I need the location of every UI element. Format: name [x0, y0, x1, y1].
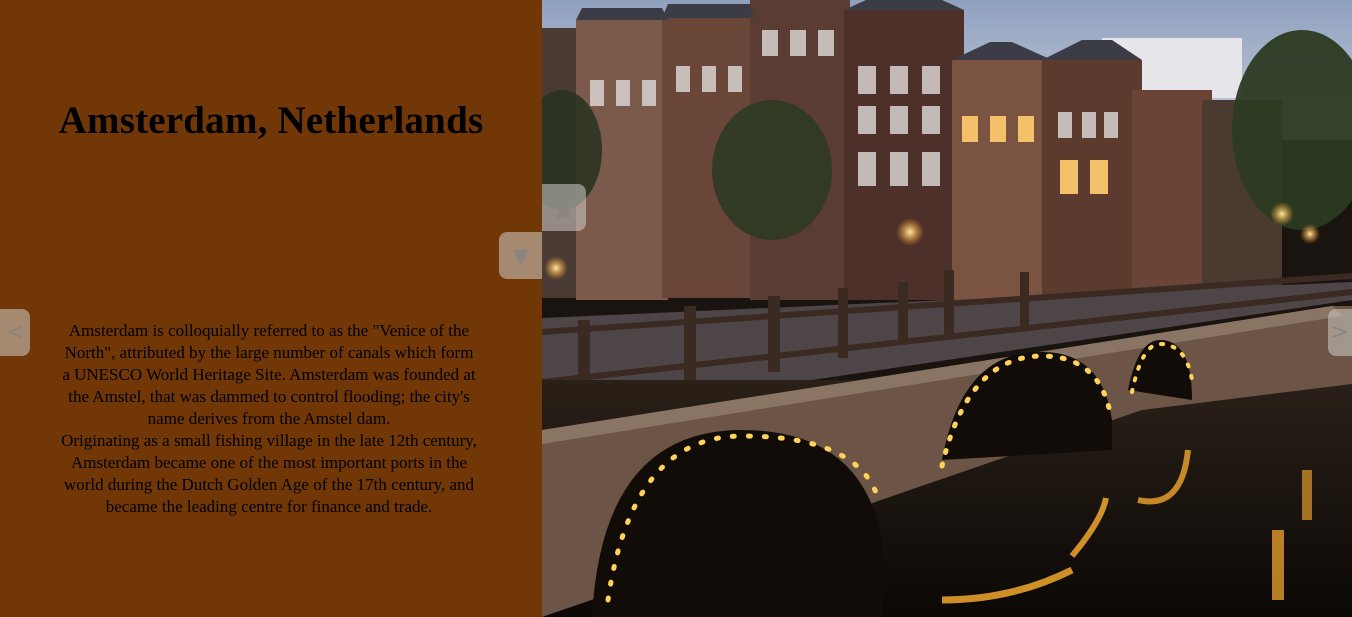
chevron-right-icon: >: [1330, 320, 1350, 345]
slide-description: Amsterdam is colloquially referred to as…: [60, 320, 478, 518]
amsterdam-canal-photo: [542, 0, 1352, 617]
next-slide-button[interactable]: >: [1328, 309, 1352, 356]
triangle-up-icon: ▲: [556, 195, 572, 220]
slide-image: [542, 0, 1352, 617]
previous-slide-button[interactable]: <: [0, 309, 30, 356]
scroll-down-button[interactable]: ▼: [499, 232, 542, 279]
text-panel: Amsterdam, Netherlands Amsterdam is coll…: [0, 0, 542, 617]
chevron-left-icon: <: [5, 320, 25, 345]
description-paragraph: Originating as a small fishing village i…: [61, 431, 477, 516]
triangle-down-icon: ▼: [512, 243, 529, 268]
scroll-up-button[interactable]: ▲: [542, 184, 586, 231]
description-paragraph: Amsterdam is colloquially referred to as…: [62, 321, 476, 428]
slide-title: Amsterdam, Netherlands: [58, 99, 484, 142]
